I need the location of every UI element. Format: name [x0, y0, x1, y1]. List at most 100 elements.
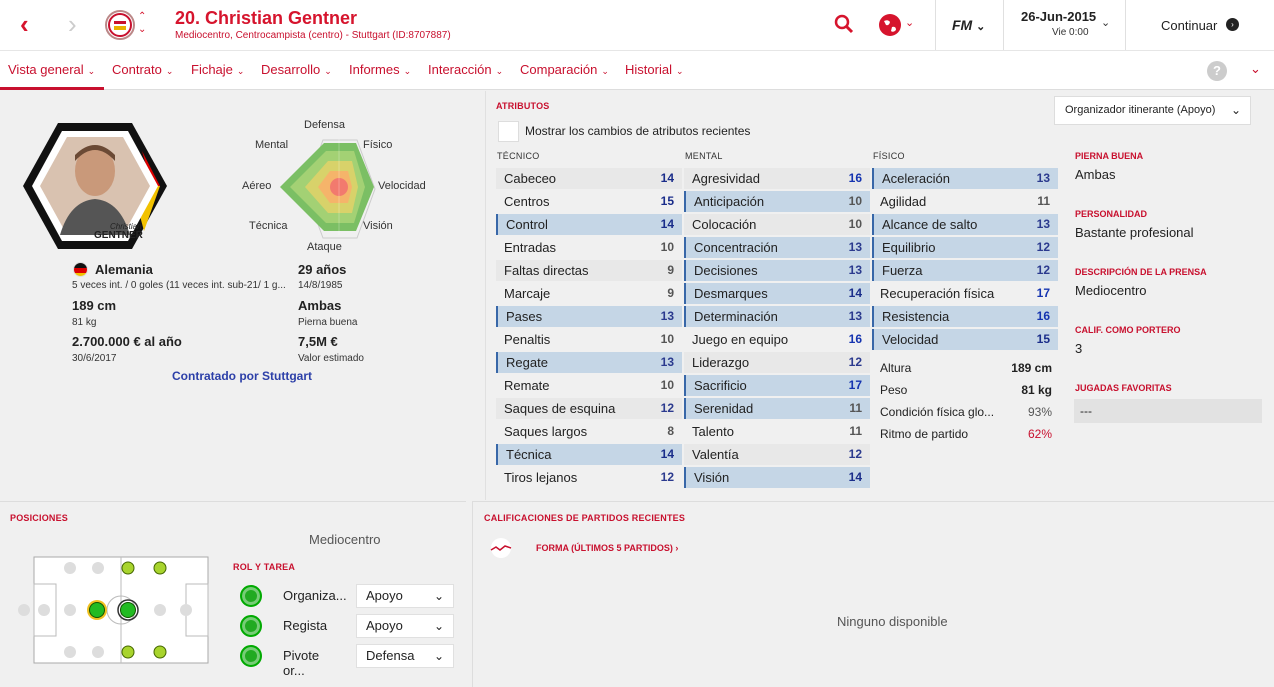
attribute-name: Saques de esquina	[504, 401, 616, 416]
attribute-value: 13	[660, 309, 674, 323]
duty-value: Apoyo	[366, 588, 403, 603]
help-icon[interactable]: ?	[1207, 61, 1227, 81]
attribute-row-technical[interactable]: Pases 13	[496, 306, 682, 327]
weight: 81 kg	[72, 317, 97, 328]
tab-vista-general[interactable]: Vista general ⌄	[0, 62, 104, 90]
attribute-row-technical[interactable]: Centros 15	[496, 191, 682, 212]
attribute-row-mental[interactable]: Concentración 13	[684, 237, 870, 258]
main-position: Mediocentro	[309, 532, 381, 547]
pitch: Habitual	[14, 556, 214, 666]
attribute-row-technical[interactable]: Técnica 14	[496, 444, 682, 465]
attribute-row-technical[interactable]: Regate 13	[496, 352, 682, 373]
attribute-row-mental[interactable]: Agresividad 16	[684, 168, 870, 189]
attribute-row-physical[interactable]: Velocidad 15	[872, 329, 1058, 350]
role-name[interactable]: Regista	[283, 618, 327, 633]
tab-comparacion[interactable]: Comparación ⌄	[520, 62, 609, 77]
role-name[interactable]: Organiza...	[283, 588, 347, 603]
attribute-value: 10	[848, 194, 862, 208]
duty-select[interactable]: Apoyo ⌄	[356, 614, 454, 638]
attribute-row-technical[interactable]: Saques de esquina 12	[496, 398, 682, 419]
role-rating-icon	[240, 585, 262, 607]
attribute-row-physical[interactable]: Equilibrio 12	[872, 237, 1058, 258]
back-icon[interactable]: ‹	[20, 10, 29, 38]
attribute-row-technical[interactable]: Marcaje 9	[496, 283, 682, 304]
gk-rating-label: CALIF. COMO PORTERO	[1075, 325, 1181, 335]
attribute-name: Juego en equipo	[692, 332, 789, 347]
attribute-name: Fuerza	[882, 263, 923, 278]
attribute-row-mental[interactable]: Juego en equipo 16	[684, 329, 870, 350]
tab-fichaje[interactable]: Fichaje ⌄	[191, 62, 244, 77]
attribute-row-physical[interactable]: Recuperación física 17	[872, 283, 1058, 304]
attribute-row-technical[interactable]: Control 14	[496, 214, 682, 235]
top-bar: ‹ › ⌃ ⌄ 20. Christian Gentner Mediocentro…	[0, 0, 1274, 50]
forward-icon[interactable]: ›	[68, 10, 77, 38]
attribute-name: Anticipación	[694, 194, 765, 209]
player-switcher-icon[interactable]: ⌃ ⌄	[138, 10, 146, 36]
attribute-value: 13	[848, 309, 862, 323]
form-link[interactable]: FORMA (ÚLTIMOS 5 PARTIDOS) ›	[536, 543, 678, 553]
tab-interaccion[interactable]: Interacción ⌄	[428, 62, 503, 77]
duty-select[interactable]: Defensa ⌄	[356, 644, 454, 668]
date-dropdown-icon[interactable]: ⌄	[1101, 16, 1110, 29]
attribute-row-mental[interactable]: Serenidad 11	[684, 398, 870, 419]
continue-button[interactable]: Continuar ›	[1140, 0, 1274, 50]
attribute-row-physical[interactable]: Fuerza 12	[872, 260, 1058, 281]
attribute-row-mental[interactable]: Liderazgo 12	[684, 352, 870, 373]
attribute-name: Determinación	[694, 309, 778, 324]
attribute-row-mental[interactable]: Colocación 10	[684, 214, 870, 235]
search-icon[interactable]	[834, 14, 854, 37]
attribute-value: 12	[848, 447, 862, 461]
attribute-row-technical[interactable]: Remate 10	[496, 375, 682, 396]
more-icon[interactable]: ⌄	[1250, 61, 1261, 77]
radar-label-velocidad: Velocidad	[378, 180, 426, 192]
globe-dropdown-icon[interactable]: ⌄	[905, 16, 914, 29]
attribute-row-mental[interactable]: Determinación 13	[684, 306, 870, 327]
attribute-row-mental[interactable]: Anticipación 10	[684, 191, 870, 212]
attribute-row-technical[interactable]: Cabeceo 14	[496, 168, 682, 189]
attribute-value: 8	[667, 424, 674, 438]
show-changes-checkbox[interactable]	[498, 121, 519, 142]
attribute-value: 13	[848, 240, 862, 254]
role-name[interactable]: Pivote or...	[283, 648, 319, 678]
attribute-row-mental[interactable]: Visión 14	[684, 467, 870, 488]
physical-extra-row: Altura 189 cm	[880, 361, 1052, 375]
tab-desarrollo[interactable]: Desarrollo ⌄	[261, 62, 332, 77]
fm-menu-button[interactable]: FM ⌄	[952, 17, 985, 33]
contract-end: 30/6/2017	[72, 353, 117, 364]
attribute-row-mental[interactable]: Talento 11	[684, 421, 870, 442]
attribute-value: 14	[848, 286, 862, 300]
tab-informes[interactable]: Informes ⌄	[349, 62, 411, 77]
radar-label-aereo: Aéreo	[242, 180, 272, 192]
attribute-row-mental[interactable]: Desmarques 14	[684, 283, 870, 304]
tab-contrato[interactable]: Contrato ⌄	[112, 62, 173, 77]
attribute-row-technical[interactable]: Penaltis 10	[496, 329, 682, 350]
attribute-row-mental[interactable]: Decisiones 13	[684, 260, 870, 281]
globe-icon[interactable]	[878, 13, 902, 40]
attribute-row-physical[interactable]: Resistencia 16	[872, 306, 1058, 327]
page-subtitle: Mediocentro, Centrocampista (centro) - S…	[175, 30, 451, 41]
attribute-row-mental[interactable]: Sacrificio 17	[684, 375, 870, 396]
technical-header: TÉCNICO	[497, 151, 540, 161]
contracted-by-link[interactable]: Contratado por Stuttgart	[172, 369, 312, 383]
attribute-row-mental[interactable]: Valentía 12	[684, 444, 870, 465]
duty-select[interactable]: Apoyo ⌄	[356, 584, 454, 608]
attribute-value: 14	[660, 217, 674, 231]
attribute-value: 17	[848, 378, 862, 392]
attribute-row-technical[interactable]: Entradas 10	[496, 237, 682, 258]
attribute-row-technical[interactable]: Saques largos 8	[496, 421, 682, 442]
attribute-row-physical[interactable]: Agilidad 11	[872, 191, 1058, 212]
pitch-player-label: Habitual	[82, 633, 116, 643]
profile-panel: Christian GENTNER Defensa Físico Velocid…	[0, 91, 484, 500]
tab-historial[interactable]: Historial ⌄	[625, 62, 684, 77]
favourite-moves-label: JUGADAS FAVORITAS	[1075, 383, 1172, 393]
flag-icon	[73, 262, 88, 277]
chevron-down-icon: ⌄	[1230, 103, 1241, 117]
attribute-row-technical[interactable]: Faltas directas 9	[496, 260, 682, 281]
attribute-row-physical[interactable]: Alcance de salto 13	[872, 214, 1058, 235]
attribute-row-physical[interactable]: Aceleración 13	[872, 168, 1058, 189]
attribute-value: 13	[848, 263, 862, 277]
role-dropdown[interactable]: Organizador itinerante (Apoyo) ⌄	[1054, 96, 1251, 125]
physical-extra-row: Peso 81 kg	[880, 383, 1052, 397]
attribute-row-technical[interactable]: Tiros lejanos 12	[496, 467, 682, 488]
nationality[interactable]: Alemania	[95, 262, 153, 277]
